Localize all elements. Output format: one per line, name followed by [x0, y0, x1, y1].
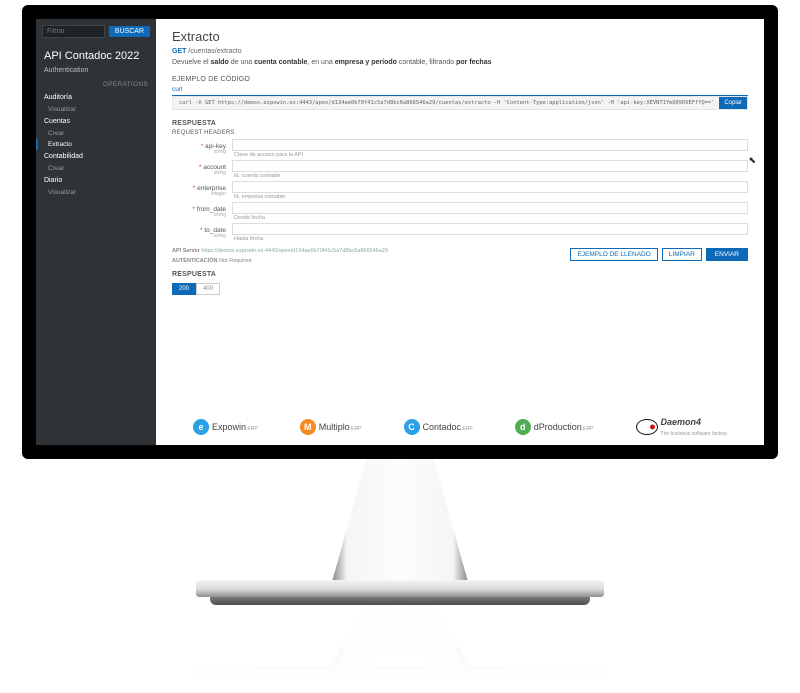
- screen: BUSCAR API Contadoc 2022 Authentication …: [36, 19, 764, 445]
- api-title: API Contadoc 2022: [36, 44, 156, 64]
- sidebar: BUSCAR API Contadoc 2022 Authentication …: [36, 19, 156, 445]
- param-enterprise: * enterpriseinteger Id. empresa contable: [172, 181, 748, 200]
- sidebar-item-crear-cuentas[interactable]: Crear: [36, 128, 156, 139]
- monitor-stand-base: [196, 580, 604, 597]
- copy-button[interactable]: Copiar: [719, 97, 747, 109]
- clear-button[interactable]: LIMPIAR: [662, 248, 702, 261]
- footer-logos: e Expowin.ERP M Multiplo.ERP C Contadoc.…: [172, 407, 748, 437]
- logo-expowin: e Expowin.ERP: [193, 419, 258, 435]
- status-400[interactable]: 400: [196, 283, 220, 295]
- search-button[interactable]: BUSCAR: [109, 26, 150, 37]
- http-method: GET: [172, 48, 186, 55]
- send-button[interactable]: ENVIAR: [706, 248, 748, 261]
- monitor-stand-neck: [330, 459, 470, 589]
- main-content: ⬉ Extracto GET /cuentas/extracto Devuelv…: [156, 19, 764, 445]
- http-path: /cuentas/extracto: [188, 48, 241, 55]
- contadoc-icon: C: [404, 419, 420, 435]
- filter-input[interactable]: [42, 25, 105, 38]
- logo-multiplo: M Multiplo.ERP: [300, 419, 362, 435]
- monitor-bezel: BUSCAR API Contadoc 2022 Authentication …: [22, 5, 778, 459]
- input-from-date[interactable]: [232, 202, 748, 214]
- dproduction-icon: d: [515, 419, 531, 435]
- sidebar-authentication[interactable]: Authentication: [36, 64, 156, 77]
- reflection-fade: [190, 606, 610, 686]
- response-heading-2: RESPUESTA: [172, 271, 748, 278]
- sidebar-group-contabilidad[interactable]: Contabilidad: [36, 150, 156, 163]
- code-text: curl -X GET https://demos.expowin.es:444…: [179, 100, 715, 106]
- sidebar-group-diario[interactable]: Diario: [36, 174, 156, 187]
- param-to-date: * to_datestring Hasta fecha: [172, 223, 748, 242]
- device-mockup: BUSCAR API Contadoc 2022 Authentication …: [0, 0, 800, 693]
- sidebar-item-extracto[interactable]: Extracto: [36, 139, 156, 150]
- status-tabs: 200 400: [172, 283, 748, 295]
- sidebar-search: BUSCAR: [36, 19, 156, 44]
- sidebar-item-crear-contab[interactable]: Crear: [36, 163, 156, 174]
- logo-contadoc: C Contadoc.ERP: [404, 419, 473, 435]
- page-title: Extracto: [172, 29, 748, 44]
- logo-daemon4: Daemon4The business software factory: [636, 417, 727, 437]
- input-to-date[interactable]: [232, 223, 748, 235]
- sidebar-group-auditoria[interactable]: Auditoría: [36, 91, 156, 104]
- multiplo-icon: M: [300, 419, 316, 435]
- endpoint-path: GET /cuentas/extracto: [172, 48, 748, 55]
- status-200[interactable]: 200: [172, 283, 196, 295]
- expowin-icon: e: [193, 419, 209, 435]
- endpoint-description: Devuelve el saldo de una cuenta contable…: [172, 59, 748, 66]
- response-heading: RESPUESTA: [172, 120, 748, 127]
- sidebar-operations-heading: OPERATIONS: [36, 77, 156, 91]
- monitor-stand-under: [210, 597, 590, 605]
- sidebar-item-visualizar-diario[interactable]: Visualizar: [36, 187, 156, 198]
- action-buttons: EJEMPLO DE LLENADO LIMPIAR ENVIAR: [172, 248, 748, 261]
- param-from-date: * from_datestring Desde fecha: [172, 202, 748, 221]
- sidebar-group-cuentas[interactable]: Cuentas: [36, 115, 156, 128]
- code-example-heading: EJEMPLO DE CÓDIGO: [172, 76, 748, 83]
- input-enterprise[interactable]: [232, 181, 748, 193]
- code-block: curl -X GET https://demos.expowin.es:444…: [172, 96, 748, 110]
- cursor-icon: ⬉: [748, 155, 756, 166]
- input-account[interactable]: [232, 160, 748, 172]
- input-api-key[interactable]: [232, 139, 748, 151]
- request-headers-heading: REQUEST HEADERS: [172, 130, 748, 136]
- code-tab-curl[interactable]: curl: [172, 86, 748, 96]
- daemon4-icon: [636, 419, 658, 435]
- sidebar-item-visualizar[interactable]: Visualizar: [36, 104, 156, 115]
- fill-example-button[interactable]: EJEMPLO DE LLENADO: [570, 248, 657, 261]
- param-account: * accountstring Id. cuenta contable: [172, 160, 748, 179]
- param-api-key: * api-keystring Clave de acceso para la …: [172, 139, 748, 158]
- logo-dproduction: d dProduction.ERP: [515, 419, 594, 435]
